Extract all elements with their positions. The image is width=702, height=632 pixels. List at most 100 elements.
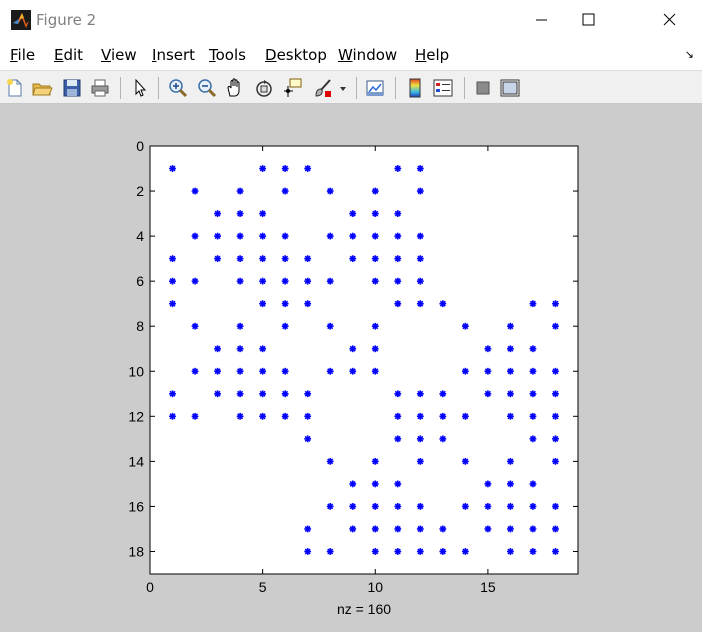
data-point-13-11 — [439, 390, 447, 398]
menu-bar: File Edit View Insert Tools Desktop Wind… — [0, 40, 702, 70]
menu-edit[interactable]: Edit — [54, 46, 83, 64]
data-point-13-7 — [439, 300, 447, 308]
minimize-button[interactable] — [518, 0, 564, 40]
pointer-icon[interactable] — [129, 77, 151, 99]
brush-icon[interactable] — [312, 77, 334, 99]
menu-tools[interactable]: Tools — [209, 46, 246, 64]
x-tick-label: 10 — [367, 579, 383, 595]
data-point-11-5 — [394, 255, 402, 263]
data-point-16-17 — [507, 525, 514, 533]
data-point-7-5 — [304, 255, 312, 263]
toolbar-separator — [120, 77, 121, 99]
x-tick-label: 15 — [480, 579, 496, 595]
show-plot-tools-icon[interactable] — [499, 77, 521, 99]
open-file-icon[interactable] — [31, 77, 53, 99]
y-tick-label: 0 — [136, 138, 144, 154]
undock-arrow-icon[interactable]: ↘ — [685, 48, 694, 61]
data-point-4-3 — [236, 210, 244, 217]
maximize-button[interactable] — [564, 0, 610, 40]
data-point-12-2 — [416, 187, 424, 195]
hide-plot-tools-icon[interactable] — [472, 77, 494, 99]
window-title: Figure 2 — [36, 11, 97, 29]
print-icon[interactable] — [89, 77, 111, 99]
data-point-5-6 — [259, 277, 267, 285]
data-point-18-11 — [552, 390, 559, 398]
data-point-12-16 — [416, 503, 424, 510]
link-plot-icon[interactable] — [364, 77, 386, 99]
pan-icon[interactable] — [224, 77, 246, 99]
data-point-4-5 — [236, 255, 244, 263]
toolbar-separator — [356, 77, 357, 99]
data-point-14-16 — [461, 503, 469, 510]
data-point-13-12 — [439, 412, 447, 420]
matlab-logo-icon — [11, 10, 31, 30]
data-point-5-7 — [259, 300, 267, 308]
data-cursor-icon[interactable] — [281, 77, 303, 99]
data-point-11-7 — [394, 300, 402, 308]
data-point-15-15 — [484, 480, 492, 488]
menu-window[interactable]: Window — [338, 46, 397, 64]
data-point-6-1 — [281, 165, 289, 172]
data-point-18-10 — [552, 367, 559, 375]
brush-dropdown-icon[interactable] — [336, 77, 350, 99]
data-point-18-8 — [552, 322, 559, 330]
data-point-3-3 — [214, 210, 221, 217]
zoom-out-icon[interactable] — [196, 77, 218, 99]
data-point-4-11 — [236, 390, 244, 398]
x-tick-label: 5 — [259, 579, 267, 595]
title-bar[interactable]: Figure 2 — [0, 0, 702, 40]
data-point-16-11 — [507, 390, 514, 398]
toolbar-separator — [158, 77, 159, 99]
data-point-17-13 — [529, 435, 537, 443]
data-point-14-8 — [461, 322, 469, 330]
figure-canvas[interactable]: 0 5 10 15 0 2 4 6 8 10 12 14 16 18 nz = 160 — [0, 104, 702, 632]
data-point-16-16 — [507, 503, 514, 510]
save-icon[interactable] — [61, 77, 83, 99]
data-point-18-18 — [552, 548, 559, 555]
data-point-9-15 — [349, 480, 357, 488]
data-point-8-8 — [326, 322, 334, 330]
close-button[interactable] — [646, 0, 692, 40]
data-point-16-15 — [507, 480, 514, 488]
data-point-2-2 — [191, 187, 199, 195]
menu-file[interactable]: File — [10, 46, 35, 64]
zoom-in-icon[interactable] — [167, 77, 189, 99]
data-point-10-10 — [371, 367, 379, 375]
rotate-3d-icon[interactable] — [253, 77, 275, 99]
data-point-1-1 — [169, 165, 176, 172]
data-point-5-9 — [259, 345, 267, 353]
data-point-9-9 — [349, 345, 357, 353]
data-point-12-12 — [416, 412, 424, 420]
data-point-10-4 — [371, 232, 379, 240]
menu-help[interactable]: Help — [415, 46, 449, 64]
menu-view[interactable]: View — [101, 46, 137, 64]
data-point-6-4 — [281, 232, 289, 240]
data-point-12-13 — [416, 435, 424, 443]
data-point-12-7 — [416, 300, 424, 308]
data-point-1-11 — [169, 390, 176, 398]
colorbar-icon[interactable] — [404, 77, 426, 99]
data-point-15-9 — [484, 345, 492, 353]
data-point-13-17 — [439, 525, 447, 533]
x-axis-label: nz = 160 — [337, 601, 391, 617]
data-point-16-8 — [507, 322, 514, 330]
data-point-4-8 — [236, 322, 244, 330]
data-point-8-16 — [326, 503, 334, 510]
data-point-7-7 — [304, 300, 312, 308]
spy-plot[interactable]: 0 5 10 15 0 2 4 6 8 10 12 14 16 18 nz = 160 — [0, 104, 702, 632]
data-point-2-4 — [191, 232, 199, 240]
legend-icon[interactable] — [432, 77, 454, 99]
data-point-4-10 — [236, 367, 244, 375]
menu-insert[interactable]: Insert — [152, 46, 195, 64]
axes-box[interactable] — [149, 145, 579, 575]
data-point-5-10 — [259, 367, 267, 375]
data-point-12-14 — [416, 457, 424, 465]
menu-desktop[interactable]: Desktop — [265, 46, 327, 64]
data-point-10-6 — [371, 277, 379, 285]
data-point-2-12 — [191, 412, 199, 420]
new-figure-icon[interactable] — [4, 77, 26, 99]
data-point-11-13 — [394, 435, 402, 443]
data-point-3-4 — [214, 232, 221, 240]
data-point-4-2 — [236, 187, 244, 195]
data-point-11-1 — [394, 165, 402, 172]
